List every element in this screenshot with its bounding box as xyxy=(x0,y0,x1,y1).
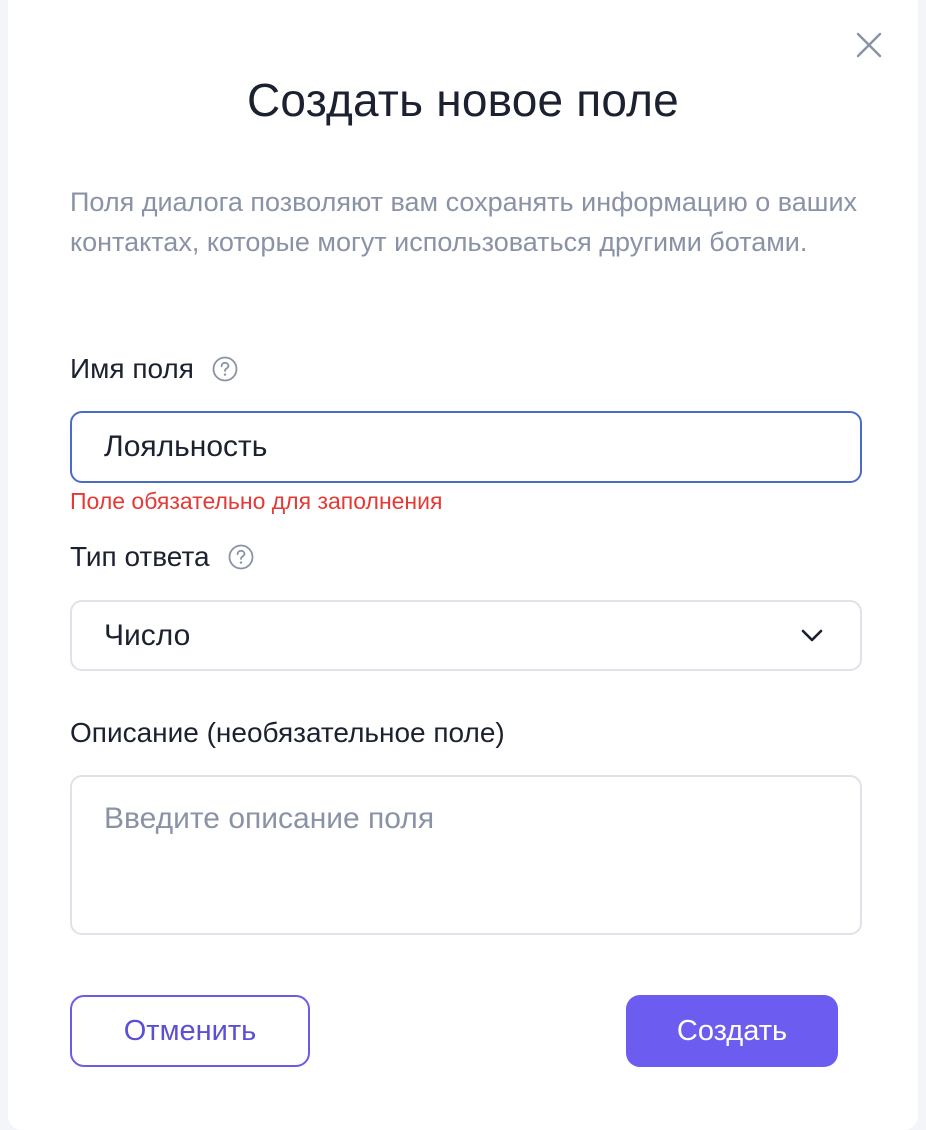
field-name-label-row: Имя поля xyxy=(70,351,238,387)
close-icon xyxy=(856,32,882,58)
field-name-input-wrapper xyxy=(70,411,862,483)
answer-type-label-row: Тип ответа xyxy=(70,539,254,575)
chevron-down-icon xyxy=(800,626,824,644)
answer-type-label: Тип ответа xyxy=(70,541,210,572)
description-textarea-wrapper xyxy=(70,775,862,935)
description-label-row: Описание (необязательное поле) xyxy=(70,715,505,751)
question-circle-icon[interactable] xyxy=(228,544,254,570)
description-label: Описание (необязательное поле) xyxy=(70,717,505,748)
description-textarea[interactable] xyxy=(72,777,860,933)
create-field-modal: Создать новое поле Поля диалога позволяю… xyxy=(8,0,918,1130)
create-button[interactable]: Создать xyxy=(626,995,838,1067)
field-name-input[interactable] xyxy=(72,413,860,481)
answer-type-select[interactable]: Число xyxy=(70,600,862,671)
question-circle-icon[interactable] xyxy=(212,356,238,382)
answer-type-selected-value: Число xyxy=(104,619,191,652)
modal-title: Создать новое поле xyxy=(247,74,679,126)
cancel-button[interactable]: Отменить xyxy=(70,995,310,1067)
close-button[interactable] xyxy=(854,30,884,60)
field-name-label: Имя поля xyxy=(70,353,194,384)
field-name-error: Поле обязательно для заполнения xyxy=(70,488,443,514)
modal-description: Поля диалога позволяют вам сохранять инф… xyxy=(70,187,858,257)
